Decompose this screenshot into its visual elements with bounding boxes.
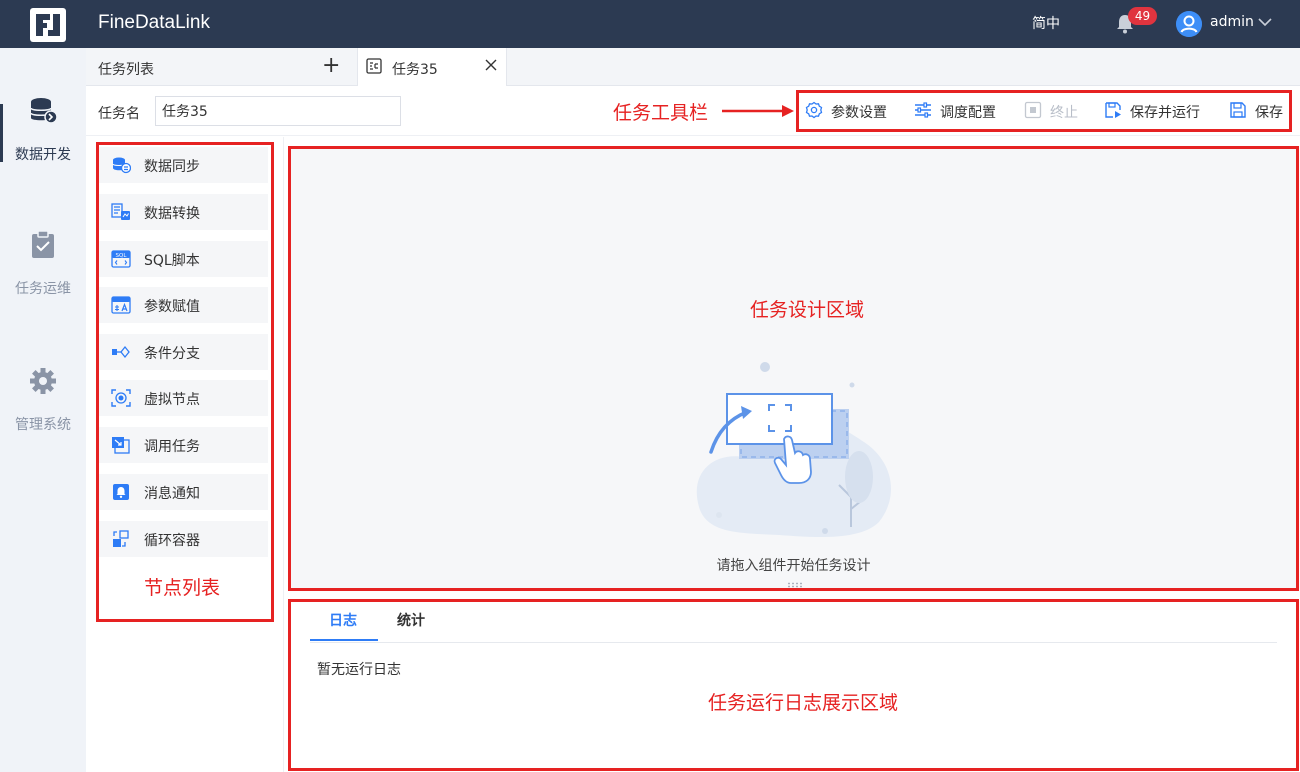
button-label: 保存 [1255,105,1283,121]
annotation-toolbar: 任务工具栏 [613,102,709,124]
gear-icon [805,101,823,119]
button-label: 参数设置 [831,105,887,121]
tab-strip: 任务列表 + 任务35 [86,48,1300,86]
save-run-icon [1105,102,1121,118]
param-settings-button[interactable]: 参数设置 [805,100,897,122]
node-list-highlight [96,142,274,622]
annotation-log-area: 任务运行日志展示区域 [708,692,899,714]
stop-icon [1024,101,1042,119]
nav-label: 任务运维 [15,281,71,297]
save-button[interactable]: 保存 [1229,100,1289,122]
tab-task-35[interactable]: 任务35 [357,48,507,86]
sliders-icon [915,102,931,118]
user-avatar-icon[interactable] [1176,11,1202,37]
nav-label: 管理系统 [15,417,71,433]
button-label: 保存并运行 [1130,105,1200,121]
active-tab-indicator [310,639,378,641]
gear-icon [30,368,56,394]
close-icon[interactable] [484,58,498,72]
design-hint: 请拖入组件开始任务设计 [716,558,871,574]
save-icon [1230,102,1246,118]
annotation-node-list: 节点列表 [144,577,221,599]
nav-label: 数据开发 [15,147,71,163]
language-switch[interactable]: 简中 [1032,13,1060,33]
task-design-canvas[interactable]: 任务设计区域 请拖入组件开始任务设计 [288,146,1299,591]
schedule-config-button[interactable]: 调度配置 [914,100,1006,122]
task-name-input[interactable] [155,96,401,126]
chevron-down-icon[interactable] [1258,17,1272,27]
user-name[interactable]: admin [1210,14,1254,30]
nav-item-management[interactable]: 管理系统 [0,366,86,476]
stop-button[interactable]: 终止 [1024,100,1084,122]
log-divider [310,642,1277,643]
button-label: 终止 [1050,105,1078,121]
tab-label: 任务35 [392,62,438,78]
task-name-label: 任务名 [98,106,140,122]
tab-stats[interactable]: 统计 [397,610,425,630]
resize-handle-icon[interactable] [787,582,803,588]
annotation-design-area: 任务设计区域 [750,299,865,321]
tab-task-list[interactable]: 任务列表 [98,59,154,79]
add-task-button[interactable]: + [322,55,340,77]
empty-canvas-illustration [696,362,891,538]
database-icon [30,98,58,124]
clipboard-check-icon [32,230,54,258]
top-bar: FineDataLink 简中 49 admin [0,0,1300,48]
nav-item-task-ops[interactable]: 任务运维 [0,230,86,340]
task-file-icon [366,58,382,74]
button-label: 调度配置 [940,105,996,121]
log-panel: 日志 统计 暂无运行日志 任务运行日志展示区域 [288,599,1299,771]
app-title: FineDataLink [98,12,210,33]
left-nav: 数据开发 任务运维 管理系统 [0,48,86,772]
log-empty-message: 暂无运行日志 [317,662,401,678]
task-toolbar: 参数设置 调度配置 终止 保存并运行 保存 [796,90,1292,132]
save-and-run-button[interactable]: 保存并运行 [1104,100,1210,122]
notification-badge[interactable]: 49 [1128,7,1157,25]
arrow-right-icon [722,105,794,117]
tab-log[interactable]: 日志 [329,610,357,630]
nav-item-data-development[interactable]: 数据开发 [0,96,86,206]
app-logo-icon[interactable] [30,8,66,42]
